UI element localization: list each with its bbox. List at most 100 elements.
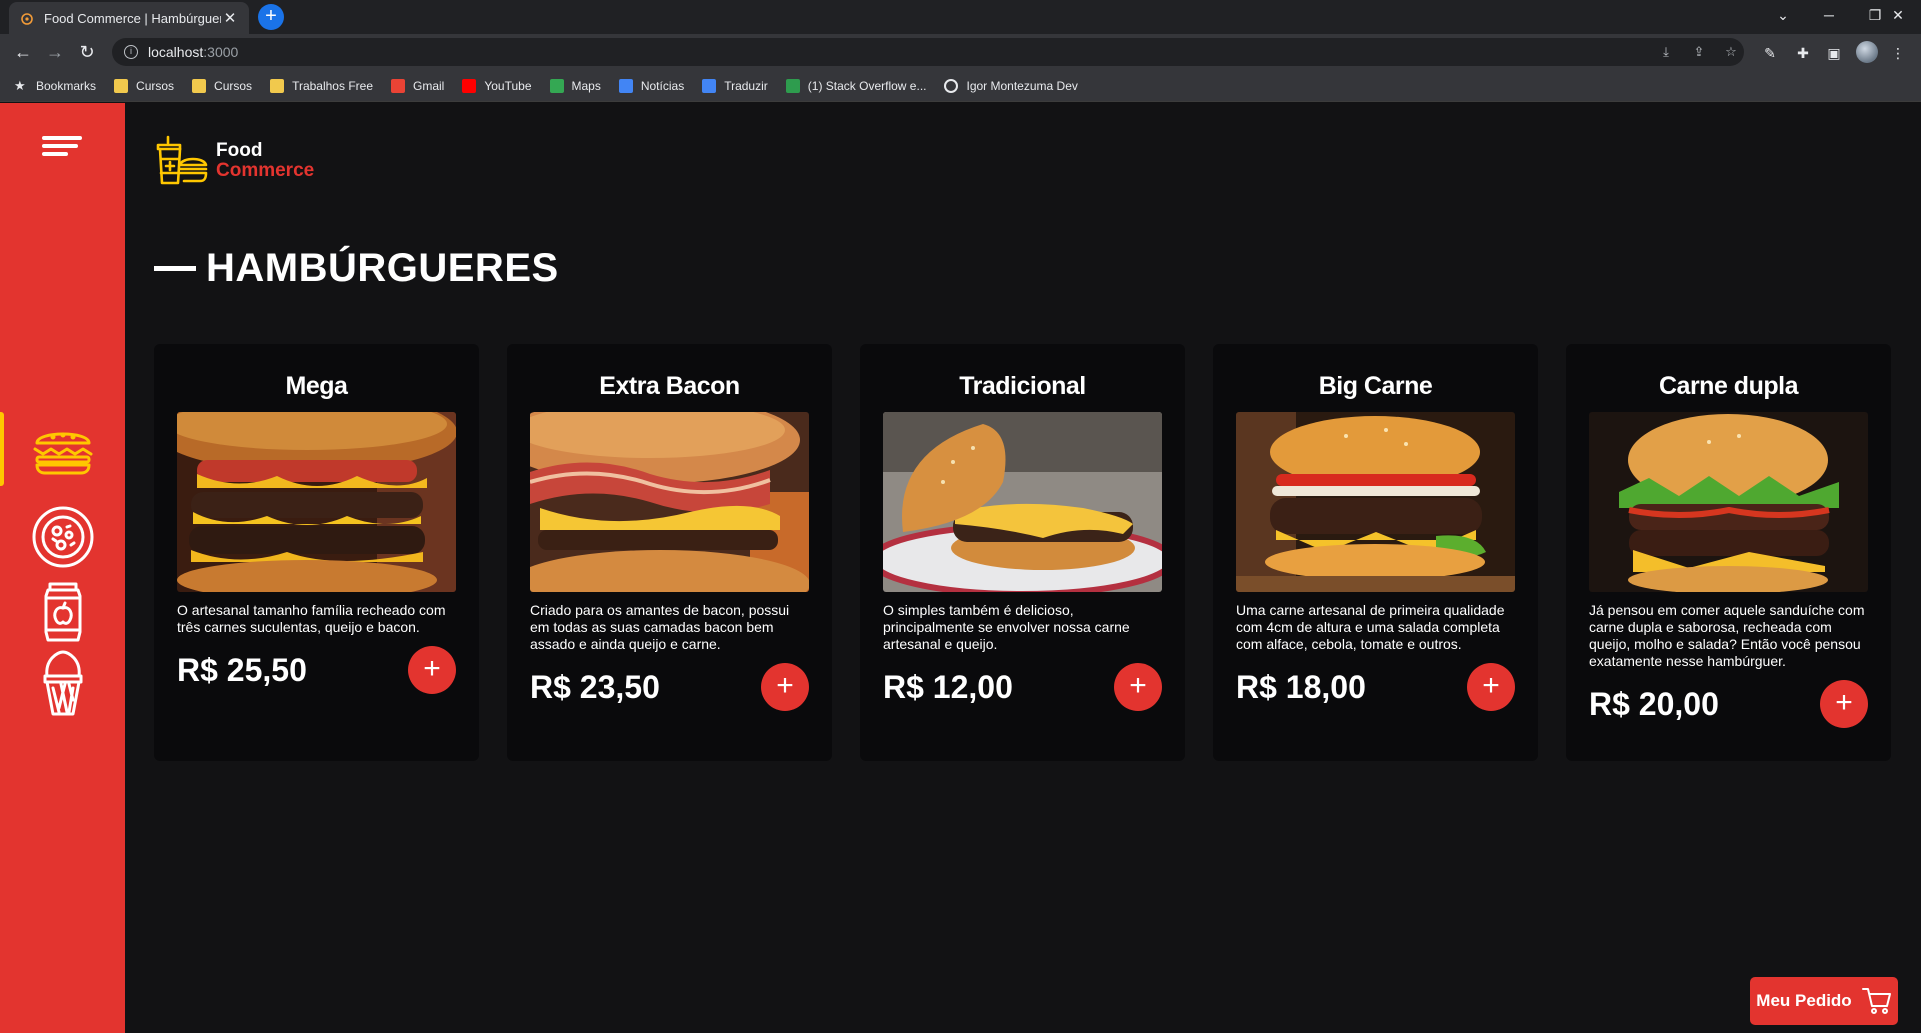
tab-close-icon[interactable]: ✕ xyxy=(221,9,239,27)
sidebar xyxy=(0,103,125,1033)
bookmark-item[interactable]: Igor Montezuma Dev xyxy=(944,78,1078,93)
bookmark-label: Cursos xyxy=(214,78,253,93)
add-to-cart-button[interactable]: + xyxy=(408,646,456,694)
product-photo xyxy=(1236,412,1515,592)
reload-button[interactable]: ↻ xyxy=(73,39,101,65)
price-row: R$ 23,50 + xyxy=(530,663,809,711)
bookmark-item[interactable]: (1) Stack Overflow e... xyxy=(785,78,927,93)
folder-icon xyxy=(114,78,129,93)
bookmark-item[interactable]: Maps xyxy=(549,78,601,93)
tab-search-icon[interactable]: ⌄ xyxy=(1760,0,1806,30)
share-icon[interactable]: ⇪ xyxy=(1690,43,1708,61)
add-to-cart-button[interactable]: + xyxy=(1114,663,1162,711)
edit-pen-icon[interactable]: ✎ xyxy=(1760,43,1780,63)
food-commerce-logo-icon xyxy=(156,135,208,185)
install-app-icon[interactable]: ⤓ xyxy=(1657,43,1675,61)
bookmark-item[interactable]: Cursos xyxy=(192,78,253,93)
youtube-icon xyxy=(462,78,477,93)
react-favicon-icon xyxy=(19,10,35,26)
my-order-button[interactable]: Meu Pedido xyxy=(1750,977,1898,1025)
burger-icon xyxy=(33,432,92,475)
folder-icon xyxy=(192,78,207,93)
add-to-cart-button[interactable]: + xyxy=(1820,680,1868,728)
bookmark-label: YouTube xyxy=(484,78,532,93)
profile-avatar[interactable] xyxy=(1856,41,1878,63)
tab-title: Food Commerce | Hambúrgueres xyxy=(44,10,221,26)
stackoverflow-icon xyxy=(785,78,800,93)
product-price: R$ 18,00 xyxy=(1236,668,1366,705)
menu-toggle-icon[interactable] xyxy=(42,136,86,160)
product-description: O simples também é delicioso, principalm… xyxy=(883,602,1130,652)
bookmark-item[interactable]: Trabalhos Free xyxy=(270,78,373,93)
extensions-puzzle-icon[interactable]: ✚ xyxy=(1793,43,1813,63)
price-row: R$ 20,00 + xyxy=(1589,680,1868,728)
browser-tab[interactable]: Food Commerce | Hambúrgueres ✕ xyxy=(9,2,249,34)
pizza-icon xyxy=(32,506,93,568)
product-name: Mega xyxy=(285,372,348,400)
sidebar-item-desserts[interactable] xyxy=(0,646,125,720)
product-price: R$ 25,50 xyxy=(177,651,307,688)
browser-menu-icon[interactable]: ⋮ xyxy=(1888,43,1908,63)
close-window-button[interactable]: ✕ xyxy=(1875,0,1921,30)
ice-cream-icon xyxy=(43,650,82,716)
product-name: Tradicional xyxy=(959,372,1086,400)
product-card: Mega O artesanal tamanho família rechead… xyxy=(154,344,479,761)
bookmark-label: Maps xyxy=(571,78,601,93)
bookmark-label: Traduzir xyxy=(724,78,768,93)
bookmark-item[interactable]: ★ Bookmarks xyxy=(14,77,96,93)
product-list: Mega O artesanal tamanho família rechead… xyxy=(154,344,1891,761)
bookmark-label: Trabalhos Free xyxy=(292,78,373,93)
add-to-cart-button[interactable]: + xyxy=(761,663,809,711)
product-card: Tradicional O simples também é delicioso… xyxy=(860,344,1185,761)
url-port: :3000 xyxy=(203,44,239,60)
product-photo xyxy=(1589,412,1868,592)
product-card: Big Carne Uma carne artesanal de primeir… xyxy=(1213,344,1538,761)
sidebar-item-drinks[interactable] xyxy=(0,575,125,649)
title-dash xyxy=(154,266,196,271)
star-icon: ★ xyxy=(14,77,26,93)
bookmark-label: (1) Stack Overflow e... xyxy=(807,78,927,93)
price-row: R$ 12,00 + xyxy=(883,663,1162,711)
address-bar[interactable]: i localhost :3000 xyxy=(112,38,1744,66)
bookmark-item[interactable]: YouTube xyxy=(462,78,532,93)
bookmark-item[interactable]: Traduzir xyxy=(702,78,768,93)
product-description: Uma carne artesanal de primeira qualidad… xyxy=(1236,602,1505,652)
bookmark-label: Gmail xyxy=(413,78,445,93)
bookmark-label: Notícias xyxy=(640,78,685,93)
product-card: Carne dupla Já pensou em comer aquele sa… xyxy=(1566,344,1891,761)
bookmark-star-icon[interactable]: ☆ xyxy=(1722,43,1740,61)
bookmark-item[interactable]: Notícias xyxy=(618,78,685,93)
add-to-cart-button[interactable]: + xyxy=(1467,663,1515,711)
product-card: Extra Bacon Criado para os amantes de ba… xyxy=(507,344,832,761)
product-price: R$ 23,50 xyxy=(530,668,660,705)
bookmark-item[interactable]: Gmail xyxy=(391,78,445,93)
bookmark-item[interactable]: Cursos xyxy=(114,78,174,93)
news-icon xyxy=(618,78,633,93)
logo-text-commerce: Commerce xyxy=(216,160,315,181)
minimize-button[interactable]: ─ xyxy=(1806,0,1852,30)
page-title: HAMBÚRGUERES xyxy=(154,246,559,291)
sidebar-item-burgers[interactable] xyxy=(0,412,125,486)
sidebar-item-pizzas[interactable] xyxy=(0,500,125,574)
product-description: Já pensou em comer aquele sanduíche com … xyxy=(1589,602,1865,669)
logo-text-food: Food xyxy=(216,140,263,161)
product-price: R$ 20,00 xyxy=(1589,685,1719,722)
price-row: R$ 18,00 + xyxy=(1236,663,1515,711)
browser-toolbar: ← → ↻ i localhost :3000 ⤓ ⇪ ☆ ✎ ✚ ▣ ⋮ xyxy=(0,34,1921,70)
back-button[interactable]: ← xyxy=(9,39,37,65)
forward-button[interactable]: → xyxy=(41,39,69,65)
url-host: localhost xyxy=(148,44,204,60)
maps-icon xyxy=(549,78,564,93)
app-root: Food Commerce HAMBÚRGUERES Mega O artesa… xyxy=(0,103,1921,1033)
site-info-icon[interactable]: i xyxy=(124,45,138,59)
new-tab-button[interactable]: + xyxy=(258,4,284,30)
product-name: Big Carne xyxy=(1318,372,1433,400)
side-panel-icon[interactable]: ▣ xyxy=(1824,43,1844,63)
product-description: Criado para os amantes de bacon, possui … xyxy=(530,602,790,652)
my-order-label: Meu Pedido xyxy=(1756,991,1852,1010)
app-logo[interactable]: Food Commerce xyxy=(154,135,314,187)
product-name: Carne dupla xyxy=(1659,372,1798,400)
page-title-text: HAMBÚRGUERES xyxy=(206,246,559,290)
product-name: Extra Bacon xyxy=(599,372,740,400)
gmail-icon xyxy=(391,78,405,93)
